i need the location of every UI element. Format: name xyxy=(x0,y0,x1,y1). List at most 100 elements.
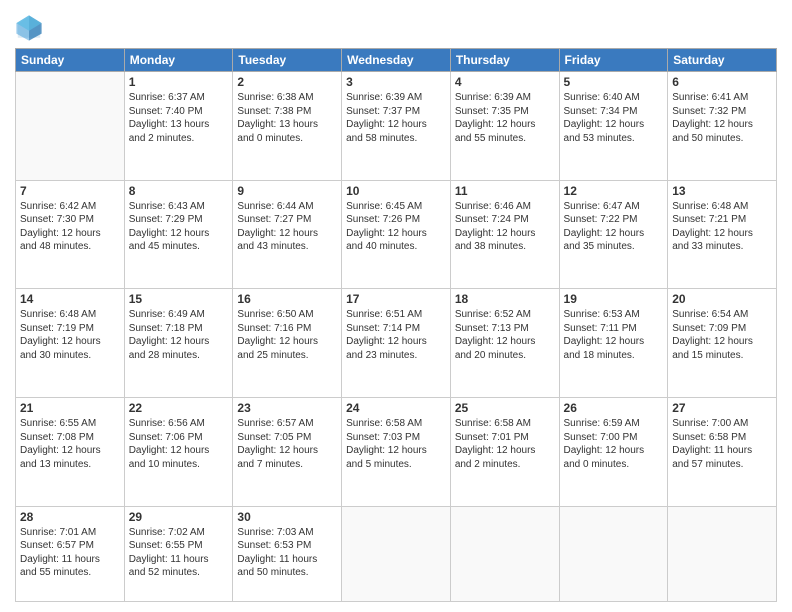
day-number: 16 xyxy=(237,292,337,306)
day-number: 22 xyxy=(129,401,229,415)
header xyxy=(15,10,777,42)
cell-line: and 0 minutes. xyxy=(237,132,337,146)
cell-line: Daylight: 12 hours xyxy=(455,118,555,132)
cell-line: and 40 minutes. xyxy=(346,240,446,254)
cell-line: Daylight: 11 hours xyxy=(237,553,337,567)
cell-line: Daylight: 12 hours xyxy=(237,444,337,458)
cell-line: Sunrise: 6:37 AM xyxy=(129,91,229,105)
calendar-cell: 11Sunrise: 6:46 AMSunset: 7:24 PMDayligh… xyxy=(450,180,559,289)
page: SundayMondayTuesdayWednesdayThursdayFrid… xyxy=(0,0,792,612)
calendar-cell: 4Sunrise: 6:39 AMSunset: 7:35 PMDaylight… xyxy=(450,72,559,181)
col-header-monday: Monday xyxy=(124,49,233,72)
col-header-friday: Friday xyxy=(559,49,668,72)
cell-line: and 7 minutes. xyxy=(237,458,337,472)
cell-line: Sunset: 7:22 PM xyxy=(564,213,664,227)
cell-line: and 57 minutes. xyxy=(672,458,772,472)
calendar-cell: 30 Sunrise: 7:03 AMSunset: 6:53 PMDayligh… xyxy=(233,506,342,601)
cell-line: Sunrise: 6:56 AM xyxy=(129,417,229,431)
calendar-cell xyxy=(668,506,777,601)
cell-line: Sunrise: 6:54 AM xyxy=(672,308,772,322)
cell-line: Daylight: 12 hours xyxy=(237,227,337,241)
calendar-table: SundayMondayTuesdayWednesdayThursdayFrid… xyxy=(15,48,777,602)
col-header-saturday: Saturday xyxy=(668,49,777,72)
day-number: 13 xyxy=(672,184,772,198)
cell-line: Sunrise: 6:52 AM xyxy=(455,308,555,322)
cell-line: Sunset: 7:05 PM xyxy=(237,431,337,445)
cell-line: Sunset: 7:24 PM xyxy=(455,213,555,227)
week-row-5: 28Sunrise: 7:01 AMSunset: 6:57 PMDayligh… xyxy=(16,506,777,601)
cell-line: Sunset: 7:00 PM xyxy=(564,431,664,445)
cell-line: Sunset: 7:32 PM xyxy=(672,105,772,119)
day-number: 3 xyxy=(346,75,446,89)
cell-line: Sunset: 7:13 PM xyxy=(455,322,555,336)
cell-line: and 25 minutes. xyxy=(237,349,337,363)
calendar-cell: 28Sunrise: 7:01 AMSunset: 6:57 PMDayligh… xyxy=(16,506,125,601)
cell-line: Daylight: 12 hours xyxy=(129,227,229,241)
day-number: 20 xyxy=(672,292,772,306)
cell-line: and 55 minutes. xyxy=(20,566,120,580)
cell-line: Daylight: 12 hours xyxy=(455,335,555,349)
cell-line: Sunrise: 6:55 AM xyxy=(20,417,120,431)
cell-line: and 55 minutes. xyxy=(455,132,555,146)
calendar-cell: 15Sunrise: 6:49 AMSunset: 7:18 PMDayligh… xyxy=(124,289,233,398)
cell-line: and 43 minutes. xyxy=(237,240,337,254)
week-row-1: 1 Sunrise: 6:37 AMSunset: 7:40 PM Daylight… xyxy=(16,72,777,181)
cell-line: Sunset: 7:14 PM xyxy=(346,322,446,336)
cell-line: Sunset: 7:06 PM xyxy=(129,431,229,445)
day-number: 30 xyxy=(237,510,337,524)
cell-line: Sunrise: 6:59 AM xyxy=(564,417,664,431)
cell-line: Sunset: 6:53 PM xyxy=(237,539,337,553)
cell-line: Daylight: 12 hours xyxy=(564,444,664,458)
calendar-cell: 19Sunrise: 6:53 AMSunset: 7:11 PMDayligh… xyxy=(559,289,668,398)
cell-line: and 45 minutes. xyxy=(129,240,229,254)
cell-line: Daylight: 12 hours xyxy=(455,227,555,241)
cell-line: Sunset: 6:55 PM xyxy=(129,539,229,553)
calendar-cell: 21Sunrise: 6:55 AMSunset: 7:08 PMDayligh… xyxy=(16,398,125,507)
cell-line: Sunset: 7:40 PM xyxy=(129,105,229,119)
cell-line: Sunrise: 6:41 AM xyxy=(672,91,772,105)
logo-icon xyxy=(15,14,43,42)
calendar-cell xyxy=(16,72,125,181)
calendar-cell: 23Sunrise: 6:57 AMSunset: 7:05 PMDayligh… xyxy=(233,398,342,507)
day-number: 4 xyxy=(455,75,555,89)
cell-line: Sunset: 7:34 PM xyxy=(564,105,664,119)
calendar-cell: 2Sunrise: 6:38 AMSunset: 7:38 PMDaylight… xyxy=(233,72,342,181)
cell-line: and 23 minutes. xyxy=(346,349,446,363)
cell-line: Daylight: 12 hours xyxy=(346,227,446,241)
day-number: 18 xyxy=(455,292,555,306)
day-number: 11 xyxy=(455,184,555,198)
col-header-tuesday: Tuesday xyxy=(233,49,342,72)
week-row-4: 21 Sunrise: 6:55 AMSunset: 7:08 PM Dayligh… xyxy=(16,398,777,507)
calendar-cell: 12Sunrise: 6:47 AMSunset: 7:22 PMDayligh… xyxy=(559,180,668,289)
day-number: 17 xyxy=(346,292,446,306)
cell-line: Sunrise: 7:00 AM xyxy=(672,417,772,431)
day-number: 19 xyxy=(564,292,664,306)
day-number: 28 xyxy=(20,510,120,524)
cell-line: Sunrise: 7:03 AM xyxy=(237,526,337,540)
cell-line: Sunset: 7:18 PM xyxy=(129,322,229,336)
col-header-sunday: Sunday xyxy=(16,49,125,72)
cell-line: and 18 minutes. xyxy=(564,349,664,363)
cell-line: Sunrise: 6:47 AM xyxy=(564,200,664,214)
col-header-thursday: Thursday xyxy=(450,49,559,72)
day-number: 24 xyxy=(346,401,446,415)
calendar-cell: 5Sunrise: 6:40 AMSunset: 7:34 PMDaylight… xyxy=(559,72,668,181)
cell-line: Sunrise: 6:58 AM xyxy=(346,417,446,431)
cell-line: Sunset: 7:21 PM xyxy=(672,213,772,227)
cell-line: Sunset: 7:08 PM xyxy=(20,431,120,445)
day-number: 21 xyxy=(20,401,120,415)
cell-line: Sunrise: 6:44 AM xyxy=(237,200,337,214)
cell-line: and 33 minutes. xyxy=(672,240,772,254)
cell-line: Sunset: 7:09 PM xyxy=(672,322,772,336)
cell-line: Daylight: 11 hours xyxy=(672,444,772,458)
cell-line: Daylight: 13 hours xyxy=(237,118,337,132)
day-number: 1 xyxy=(129,75,229,89)
cell-line: Sunrise: 6:40 AM xyxy=(564,91,664,105)
cell-line: Sunset: 7:35 PM xyxy=(455,105,555,119)
cell-line: Daylight: 12 hours xyxy=(672,118,772,132)
calendar-cell: 13Sunrise: 6:48 AMSunset: 7:21 PMDayligh… xyxy=(668,180,777,289)
day-number: 25 xyxy=(455,401,555,415)
calendar-cell xyxy=(450,506,559,601)
cell-line: Sunset: 7:29 PM xyxy=(129,213,229,227)
calendar-cell: 1Sunrise: 6:37 AMSunset: 7:40 PMDaylight… xyxy=(124,72,233,181)
